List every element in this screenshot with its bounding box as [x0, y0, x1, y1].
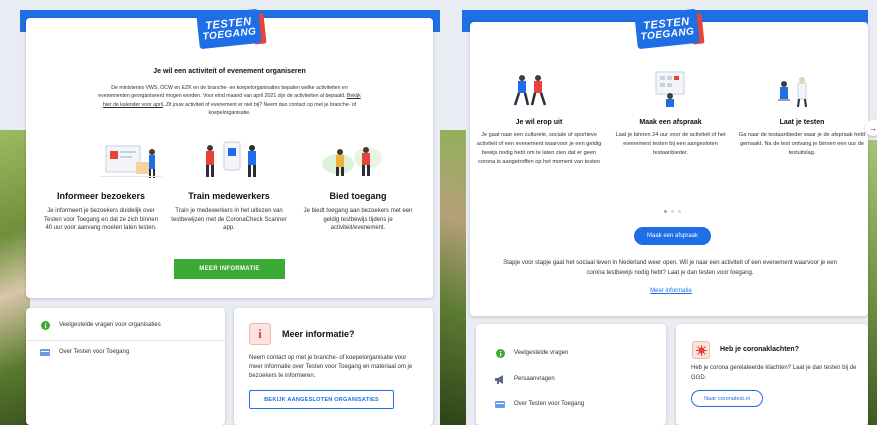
card-icon	[494, 399, 506, 409]
faq-item-organisaties[interactable]: Veelgestelde vragen voor organisaties	[40, 320, 161, 330]
testen-illustration-icon	[778, 77, 807, 108]
afspraak-illustration-icon	[655, 71, 685, 107]
info-circle-icon	[40, 320, 50, 330]
meer-informatie-button[interactable]: MEER INFORMATIE	[174, 259, 285, 279]
carousel-dots	[664, 210, 681, 213]
info-title: Meer informatie?	[282, 329, 355, 339]
maak-afspraak-button[interactable]: Maak een afspraak	[634, 227, 711, 245]
visitor-card: TESTEN TOEGANG Je wil erop uit Je gaat n…	[470, 8, 868, 316]
column-text: Je gaat naar een culturele, sociale of s…	[476, 132, 602, 166]
carousel-dot[interactable]	[664, 210, 667, 213]
column-title: Informeer bezoekers	[56, 191, 146, 201]
divider	[26, 340, 225, 341]
card-icon	[40, 348, 50, 356]
train-illustration-icon	[206, 141, 256, 177]
carousel-dot[interactable]	[671, 210, 674, 213]
toegang-illustration-icon	[322, 147, 382, 176]
faq-item-persaanvragen[interactable]: Persaanvragen	[494, 374, 555, 384]
column-title: Train medewerkers	[188, 191, 270, 201]
faq-item-over[interactable]: Over Testen voor Toegang	[40, 348, 129, 356]
info-square-icon: i	[249, 323, 271, 345]
column-erop-uit: Je wil erop uit Je gaat naar een culture…	[474, 119, 604, 167]
column-text: Train je medewerkers in het uitlezen van…	[171, 208, 287, 232]
faq-item-veelgestelde[interactable]: Veelgestelde vragen	[494, 348, 568, 358]
organiser-card: TESTEN TOEGANG Je wil een activiteit of …	[26, 8, 433, 298]
faq-card: Veelgestelde vragen Persaanvragen Over T…	[476, 324, 666, 425]
section-title: Je wil een activiteit of evenement organ…	[153, 68, 306, 75]
meer-informatie-link[interactable]: Meer informatie	[640, 288, 702, 294]
tagline: Stapje voor stapje gaat het sociaal leve…	[503, 260, 837, 276]
column-title: Bied toegang	[329, 191, 387, 201]
column-text: Je informeert je bezoekers duidelijk ove…	[44, 208, 158, 232]
virus-icon	[692, 341, 710, 359]
column-afspraak: Maak een afspraak Laat je binnen 24 uur …	[608, 119, 733, 158]
testen-voor-toegang-logo[interactable]: TESTEN TOEGANG	[634, 8, 700, 50]
intro-text: De ministeries VWS, OCW en EZK en de bra…	[98, 85, 361, 116]
background-photo	[868, 140, 877, 425]
megaphone-icon	[494, 374, 506, 384]
column-title: Laat je testen	[779, 119, 825, 126]
column-train: Train medewerkers Train je medewerkers i…	[169, 191, 289, 233]
info-text: Neem contact op met je branche- of koepe…	[249, 355, 413, 379]
next-arrow-icon[interactable]: →	[865, 120, 877, 136]
faq-item-label: Persaanvragen	[514, 376, 555, 382]
faq-item-label: Veelgestelde vragen	[514, 350, 569, 356]
testen-voor-toegang-logo[interactable]: TESTEN TOEGANG	[196, 8, 262, 50]
naar-coronatest-button[interactable]: Naar coronatest.nl	[691, 390, 763, 407]
column-testen: Laat je testen Ga naar de testaanbieder …	[738, 119, 866, 158]
column-text: Laat je binnen 24 uur voor de activiteit…	[615, 132, 726, 157]
column-toegang: Bied toegang Je biedt toegang aan bezoek…	[297, 191, 419, 233]
column-title: Je wil erop uit	[515, 119, 563, 126]
coronaklachten-card: Heb je coronaklachten? Heb je corona ger…	[676, 324, 868, 425]
erop-uit-illustration-icon	[513, 75, 547, 106]
column-text: Je biedt toegang aan bezoekers met een g…	[303, 208, 413, 232]
background-photo	[440, 130, 466, 425]
info-text: Heb je corona gerelateerde klachten? Laa…	[691, 365, 857, 381]
faq-item-over[interactable]: Over Testen voor Toegang	[494, 399, 584, 409]
faq-card: Veelgestelde vragen voor organisaties Ov…	[26, 308, 225, 425]
meer-informatie-card: i Meer informatie? Neem contact op met j…	[234, 308, 433, 425]
carousel-dot[interactable]	[678, 210, 681, 213]
faq-item-label: Over Testen voor Toegang	[59, 349, 130, 355]
bekijk-organisaties-button[interactable]: BEKIJK AANGESLOTEN ORGANISATIES	[249, 390, 394, 409]
column-title: Maak een afspraak	[639, 119, 702, 126]
info-circle-icon	[494, 348, 506, 358]
column-informeer: Informeer bezoekers Je informeert je bez…	[41, 191, 161, 233]
info-title: Heb je coronaklachten?	[720, 346, 799, 353]
faq-item-label: Veelgestelde vragen voor organisaties	[59, 322, 161, 328]
column-text: Ga naar de testaanbieder waar je de afsp…	[738, 132, 866, 157]
informeer-illustration-icon	[100, 145, 162, 178]
faq-item-label: Over Testen voor Toegang	[514, 401, 585, 407]
